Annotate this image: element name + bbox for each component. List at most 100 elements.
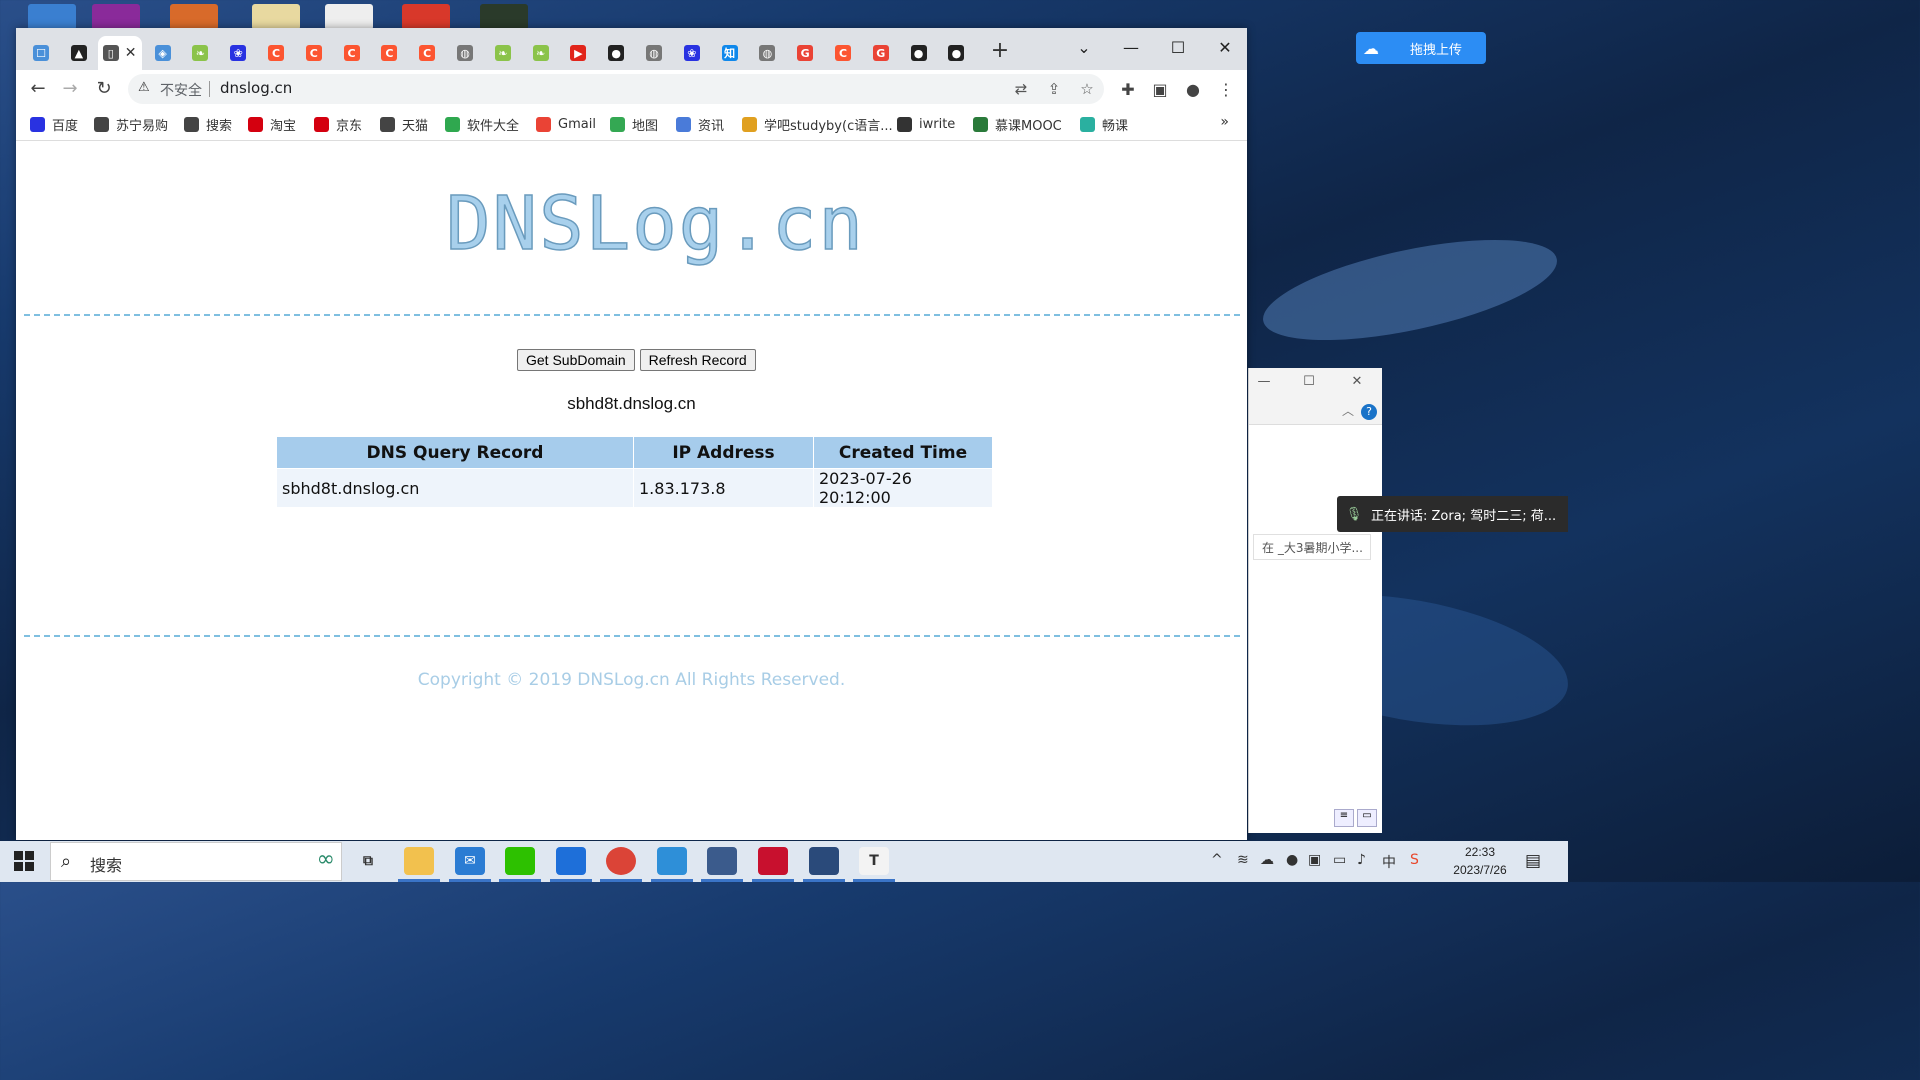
get-subdomain-button[interactable]: Get SubDomain xyxy=(517,349,635,371)
voice-chat-notification[interactable]: 🎙 正在讲话: Zora; 驾时二三; 荷... xyxy=(1337,496,1568,532)
virtualbox-icon[interactable] xyxy=(707,847,737,875)
extensions-icon[interactable]: ✚ xyxy=(1118,80,1138,100)
tab[interactable]: ◈ xyxy=(144,36,182,70)
sogou-icon[interactable]: S xyxy=(1410,852,1419,868)
new-tab-button[interactable]: + xyxy=(986,38,1014,63)
bookmark-item[interactable]: 天猫 xyxy=(380,114,428,134)
forward-button[interactable]: → xyxy=(58,78,82,100)
maximize-button[interactable]: ☐ xyxy=(1294,374,1324,394)
photos-icon[interactable] xyxy=(556,847,586,875)
battery-icon[interactable]: ▭ xyxy=(1333,852,1346,868)
mail-icon[interactable]: ✉ xyxy=(455,847,485,875)
bookmark-item[interactable]: 慕课MOOC xyxy=(973,114,1062,134)
wechat-icon[interactable] xyxy=(505,847,535,875)
refresh-record-button[interactable]: Refresh Record xyxy=(639,349,756,371)
reload-button[interactable]: ↻ xyxy=(92,78,116,100)
tab[interactable]: ● xyxy=(937,36,975,70)
tab[interactable]: 知 xyxy=(711,36,749,70)
tab[interactable]: ❧ xyxy=(484,36,522,70)
bookmark-item[interactable]: iwrite xyxy=(897,114,955,134)
profile-icon[interactable]: ● xyxy=(1183,80,1203,100)
tab[interactable]: ◍ xyxy=(635,36,673,70)
burp-icon[interactable] xyxy=(758,847,788,875)
tab[interactable]: ◍ xyxy=(748,36,786,70)
file-explorer-icon[interactable] xyxy=(404,847,434,875)
back-button[interactable]: ← xyxy=(26,78,50,100)
bookmark-item[interactable]: 搜索 xyxy=(184,114,232,134)
share-icon[interactable]: ⇪ xyxy=(1045,80,1063,98)
side-panel-icon[interactable]: ▣ xyxy=(1150,80,1170,100)
minimize-button[interactable]: — xyxy=(1109,32,1153,62)
bookmark-item[interactable]: 软件大全 xyxy=(445,114,519,134)
task-view-icon[interactable]: ⧉ xyxy=(353,847,383,875)
tab[interactable]: C xyxy=(370,36,408,70)
side-list-item[interactable]: 在 _大3暑期小学... xyxy=(1253,534,1371,560)
network-icon[interactable]: ▣ xyxy=(1308,852,1321,868)
tab-search-button[interactable]: ⌄ xyxy=(1062,32,1106,62)
menu-icon[interactable]: ⋮ xyxy=(1216,80,1236,100)
help-icon[interactable]: ? xyxy=(1361,404,1377,420)
tab[interactable]: ☐ xyxy=(22,36,60,70)
not-secure-label[interactable]: 不安全 xyxy=(160,80,202,100)
microphone-icon[interactable]: ● xyxy=(1286,852,1298,868)
tab[interactable]: C xyxy=(257,36,295,70)
volume-icon[interactable]: ♪ xyxy=(1357,852,1366,868)
input-method-icon[interactable]: 中 xyxy=(1382,852,1396,872)
notification-icon[interactable]: ▤ xyxy=(1525,851,1541,871)
close-button[interactable]: ✕ xyxy=(1342,374,1372,394)
tab[interactable]: ● xyxy=(597,36,635,70)
translate-icon[interactable]: ⇄ xyxy=(1012,80,1030,98)
bookmark-item[interactable]: 苏宁易购 xyxy=(94,114,168,134)
tab[interactable]: C xyxy=(408,36,446,70)
taskbar-search-box[interactable]: ⌕ 搜索 ∞ xyxy=(50,842,342,881)
desktop-icon[interactable] xyxy=(480,4,528,30)
bookmark-item[interactable]: 地图 xyxy=(610,114,658,134)
onedrive-icon[interactable]: ☁ xyxy=(1260,852,1274,868)
chrome-icon[interactable] xyxy=(606,847,636,875)
thumbnail-view-icon[interactable]: ▭ xyxy=(1357,809,1377,827)
list-view-icon[interactable]: ≡ xyxy=(1334,809,1354,827)
tab[interactable]: ◍ xyxy=(446,36,484,70)
tab[interactable]: ● xyxy=(900,36,938,70)
desktop-icon[interactable] xyxy=(402,4,450,30)
tab-active[interactable]: ▯ ✕ xyxy=(97,36,142,70)
vmware-icon[interactable] xyxy=(657,847,687,875)
desktop-icon[interactable] xyxy=(325,4,373,30)
minimize-button[interactable]: — xyxy=(1249,374,1279,394)
warning-icon[interactable]: ⚠ xyxy=(138,80,150,95)
cat-app-icon[interactable] xyxy=(809,847,839,875)
tab[interactable]: ❧ xyxy=(181,36,219,70)
windows-start-button[interactable] xyxy=(14,851,34,871)
tab[interactable]: C xyxy=(333,36,371,70)
tab[interactable]: G xyxy=(862,36,900,70)
bookmark-item[interactable]: 畅课 xyxy=(1080,114,1128,134)
tab[interactable]: ❀ xyxy=(673,36,711,70)
tab[interactable]: C xyxy=(295,36,333,70)
chevron-up-icon[interactable]: ^ xyxy=(1211,852,1223,868)
bookmark-item[interactable]: Gmail xyxy=(536,114,596,134)
wifi-icon[interactable]: ≋ xyxy=(1237,852,1249,868)
tab[interactable]: ▶ xyxy=(559,36,597,70)
chevron-up-icon[interactable]: ︿ xyxy=(1342,402,1354,419)
address-bar[interactable]: ⚠ 不安全 dnslog.cn ⇄ ⇪ ☆ xyxy=(128,74,1104,104)
desktop-icon[interactable] xyxy=(252,4,300,30)
tab[interactable]: ❧ xyxy=(522,36,560,70)
drag-upload-button[interactable]: ☁ 拖拽上传 xyxy=(1356,32,1486,64)
bookmark-item[interactable]: 淘宝 xyxy=(248,114,296,134)
tab[interactable]: G xyxy=(786,36,824,70)
maximize-button[interactable]: ☐ xyxy=(1156,32,1200,62)
clock[interactable]: 22:33 2023/7/26 xyxy=(1440,843,1520,879)
desktop-icon[interactable] xyxy=(28,4,76,30)
tab[interactable]: ▲ xyxy=(60,36,98,70)
star-icon[interactable]: ☆ xyxy=(1078,80,1096,98)
close-window-button[interactable]: ✕ xyxy=(1203,32,1247,62)
bookmark-item[interactable]: 资讯 xyxy=(676,114,724,134)
desktop-icon[interactable] xyxy=(170,4,218,30)
tab[interactable]: ❀ xyxy=(219,36,257,70)
bookmark-item[interactable]: 百度 xyxy=(30,114,78,134)
tab[interactable]: C xyxy=(824,36,862,70)
close-tab-icon[interactable]: ✕ xyxy=(125,45,137,61)
desktop-icon[interactable] xyxy=(92,4,140,30)
url-text[interactable]: dnslog.cn xyxy=(220,79,292,97)
bookmark-item[interactable]: 京东 xyxy=(314,114,362,134)
